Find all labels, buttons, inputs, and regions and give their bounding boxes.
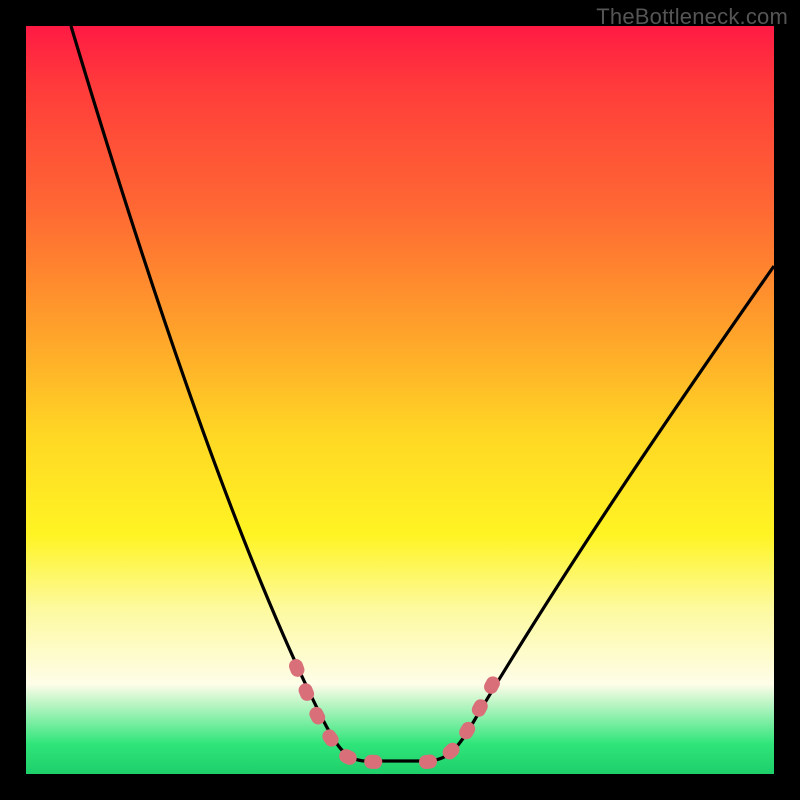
highlight-right [426,674,498,762]
highlight-left [296,666,386,762]
curve-path [71,26,774,761]
chart-plot-area [26,26,774,774]
watermark-text: TheBottleneck.com [596,4,788,30]
bottleneck-curve [26,26,774,774]
